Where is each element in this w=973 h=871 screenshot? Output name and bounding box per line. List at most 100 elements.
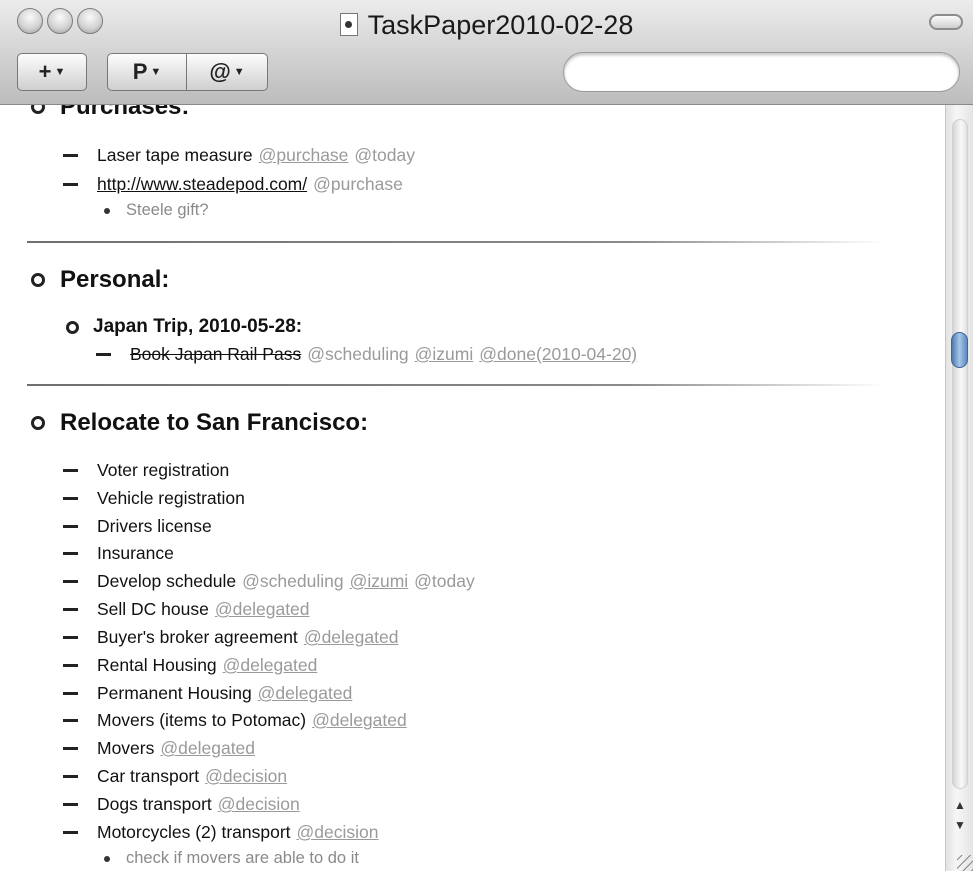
project-separator [27,241,885,243]
project-bullet-icon [31,273,45,287]
note-bullet-icon [104,207,110,214]
task-text: Movers (items to Potomac) [97,710,307,730]
task-item[interactable]: http://www.steadepod.com/ @purchase [63,174,403,195]
subproject-title: Japan Trip, 2010-05-28: [93,316,303,337]
note-item[interactable]: check if movers are able to do it [104,849,359,868]
tag[interactable]: @delegated [304,627,399,648]
task-item[interactable]: Rental Housing @delegated [63,655,317,676]
task-link[interactable]: http://www.steadepod.com/ [97,174,307,195]
scrollbar-track[interactable] [952,119,968,789]
project-purchases[interactable]: Purchases: [31,105,189,121]
tag[interactable]: @delegated [223,655,318,676]
tag[interactable]: @izumi [415,344,474,365]
title-bar: TaskPaper2010-02-28 + ▼ P ▼ @ ▼ [0,0,973,105]
note-item[interactable]: Steele gift? [104,201,209,220]
task-item[interactable]: Buyer's broker agreement @delegated [63,627,398,648]
task-item[interactable]: Voter registration [63,460,229,481]
tag[interactable]: @today [414,571,475,592]
tag[interactable]: @decision [205,766,287,787]
tag-menu-button[interactable]: @ ▼ [186,53,268,91]
task-item[interactable]: Movers @delegated [63,738,255,759]
task-text: Buyer's broker agreement [97,627,298,647]
scroll-down-arrow-icon[interactable]: ▼ [952,815,968,835]
tag[interactable]: @purchase [259,145,349,166]
add-item-label: + [38,59,52,84]
task-text: Develop schedule [97,571,237,591]
document-editor[interactable]: Purchases: Laser tape measure @purchase … [0,105,945,871]
add-item-button[interactable]: + ▼ [17,53,87,91]
task-item[interactable]: Drivers license [63,516,212,537]
task-dash-icon [63,497,78,500]
task-dash-icon [63,183,78,186]
task-dash-icon [63,154,78,157]
project-personal[interactable]: Personal: [31,266,169,294]
task-dash-icon [63,692,78,695]
task-item[interactable]: Motorcycles (2) transport @decision [63,822,379,843]
tag[interactable]: @scheduling [307,344,408,365]
task-dash-icon [63,747,78,750]
tag[interactable]: @scheduling [242,571,343,592]
project-separator [27,384,885,386]
task-item[interactable]: Insurance [63,543,174,564]
chevron-down-icon: ▼ [233,66,245,78]
tag[interactable]: @done(2010-04-20) [479,344,637,365]
task-item[interactable]: Book Japan Rail Pass @scheduling @izumi … [96,344,637,365]
scrollbar-thumb[interactable] [951,332,968,368]
project-title: Relocate to San Francisco: [60,409,369,436]
tag[interactable]: @purchase [313,174,403,195]
document-icon [339,13,358,36]
task-dash-icon [63,580,78,583]
task-text: Car transport [97,766,200,786]
tag[interactable]: @izumi [350,571,409,592]
search-input[interactable] [563,52,960,92]
task-text: Movers [97,738,155,758]
project-title: Personal: [60,266,170,293]
task-dash-icon [63,525,78,528]
tag-menu-label: @ [209,59,231,84]
task-dash-icon [96,353,111,356]
vertical-scrollbar[interactable]: ▲ ▼ [945,105,973,871]
task-text: Insurance [97,543,174,563]
task-item[interactable]: Permanent Housing @delegated [63,683,352,704]
task-dash-icon [63,608,78,611]
project-menu-button[interactable]: P ▼ [107,53,187,91]
project-menu-label: P [132,59,148,84]
task-item[interactable]: Sell DC house @delegated [63,599,310,620]
task-item[interactable]: Car transport @decision [63,766,287,787]
project-bullet-icon [31,105,45,114]
task-item[interactable]: Laser tape measure @purchase @today [63,145,415,166]
task-text-done: Book Japan Rail Pass [130,344,302,364]
tag[interactable]: @delegated [160,738,255,759]
taskpaper-window: TaskPaper2010-02-28 + ▼ P ▼ @ ▼ Purchases: … [0,0,973,871]
tag[interactable]: @today [354,145,415,166]
task-dash-icon [63,664,78,667]
scroll-up-arrow-icon[interactable]: ▲ [952,795,968,815]
note-text: Steele gift? [126,201,209,219]
task-text: Permanent Housing [97,683,252,703]
task-dash-icon [63,831,78,834]
note-bullet-icon [104,855,110,862]
chevron-down-icon: ▼ [150,66,162,78]
task-text: Sell DC house [97,599,209,619]
task-text: Laser tape measure [97,145,253,165]
tag[interactable]: @decision [297,822,379,843]
task-dash-icon [63,469,78,472]
tag[interactable]: @decision [218,794,300,815]
project-relocate[interactable]: Relocate to San Francisco: [31,409,368,437]
task-text: Voter registration [97,460,230,480]
task-item[interactable]: Vehicle registration [63,488,245,509]
toolbar-toggle-button[interactable] [929,14,963,30]
task-item[interactable]: Develop schedule @scheduling @izumi @tod… [63,571,475,592]
tag[interactable]: @delegated [258,683,353,704]
project-bullet-icon [66,320,79,334]
task-item[interactable]: Dogs transport @decision [63,794,300,815]
window-title: TaskPaper2010-02-28 [367,10,634,40]
task-dash-icon [63,719,78,722]
tag[interactable]: @delegated [215,599,310,620]
task-item[interactable]: Movers (items to Potomac) @delegated [63,710,407,731]
project-bullet-icon [31,416,45,430]
note-text: check if movers are able to do it [126,849,359,867]
tag[interactable]: @delegated [312,710,407,731]
subproject-japan-trip[interactable]: Japan Trip, 2010-05-28: [66,316,302,338]
resize-grip-icon[interactable] [957,855,973,871]
